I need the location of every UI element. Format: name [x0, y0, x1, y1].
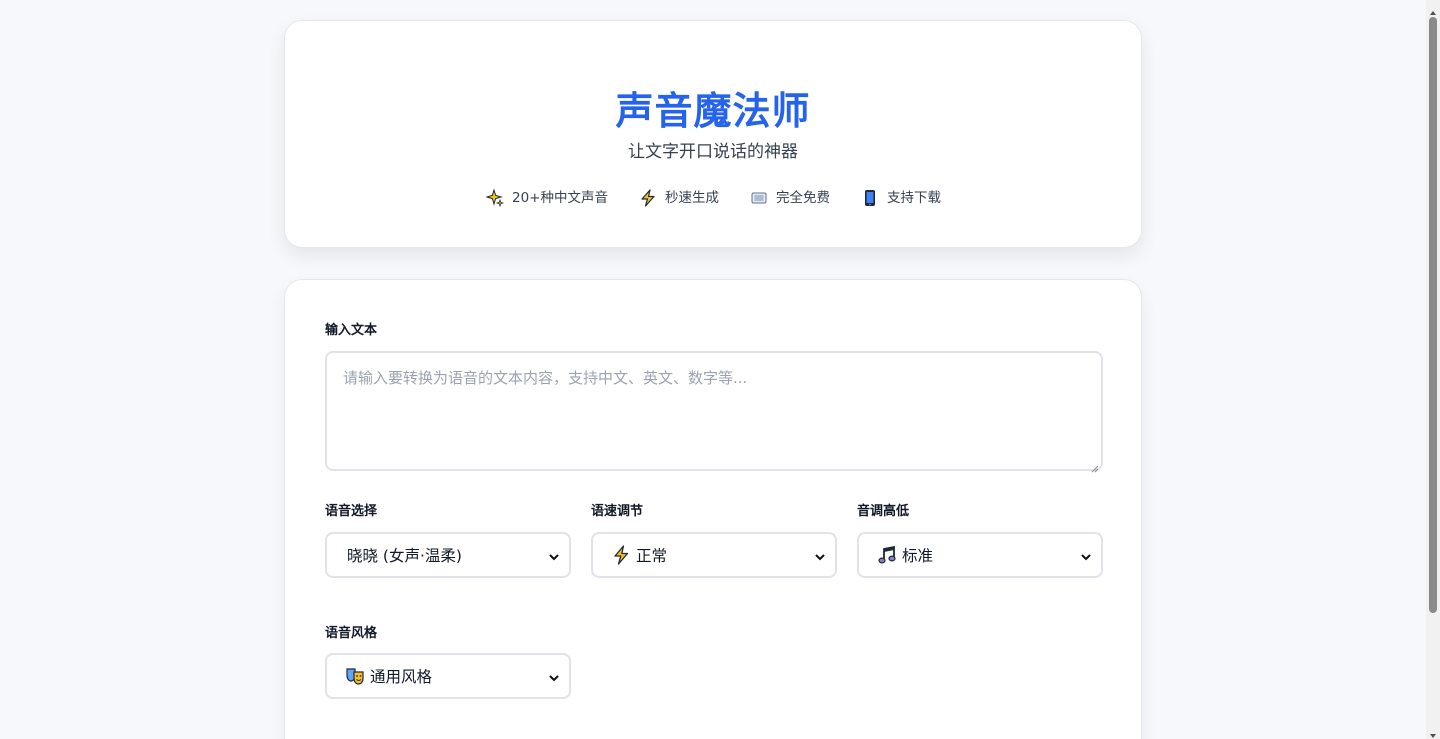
feature-label: 20+种中文声音 — [512, 190, 608, 206]
speed-select-label: 语速调节 — [591, 504, 644, 519]
scrollbar-thumb[interactable] — [1429, 17, 1437, 613]
chevron-down-icon — [1080, 549, 1092, 561]
music-note-icon — [876, 544, 898, 566]
tts-form-card: 输入文本 请输入要转换为语音的文本内容，支持中文、英文、数字等... 语音选择 … — [284, 279, 1142, 739]
feature-free: 完全免费 — [749, 187, 830, 209]
scroll-down-arrow-icon[interactable] — [1428, 726, 1438, 738]
scroll-up-arrow-icon[interactable] — [1428, 3, 1438, 15]
pitch-select[interactable]: 标准 — [857, 532, 1103, 578]
hero-card: 声音魔法师 让文字开口说话的神器 20+种中文声音 秒速生成 完全免费 支持下载 — [284, 20, 1142, 248]
text-input-label: 输入文本 — [325, 323, 378, 338]
app-title: 声音魔法师 — [615, 89, 811, 133]
lightning-icon — [610, 544, 632, 566]
vertical-scrollbar[interactable] — [1426, 0, 1440, 739]
voice-select[interactable]: 晓晓 (女声·温柔) — [325, 532, 571, 578]
chevron-down-icon — [548, 549, 560, 561]
page: 声音魔法师 让文字开口说话的神器 20+种中文声音 秒速生成 完全免费 支持下载… — [0, 0, 1426, 739]
free-icon — [749, 188, 769, 208]
voice-select-label: 语音选择 — [325, 504, 378, 519]
feature-voices: 20+种中文声音 — [485, 187, 608, 209]
feature-label: 支持下载 — [887, 190, 941, 206]
pitch-select-value: 标准 — [902, 547, 934, 565]
resize-handle-icon[interactable] — [1089, 457, 1099, 473]
speed-select-value: 正常 — [636, 547, 668, 565]
sparkles-icon — [485, 188, 505, 208]
feature-label: 秒速生成 — [665, 190, 719, 206]
text-input-placeholder: 请输入要转换为语音的文本内容，支持中文、英文、数字等... — [343, 369, 748, 387]
feature-speed: 秒速生成 — [638, 187, 719, 209]
style-select-value: 通用风格 — [370, 668, 433, 686]
feature-download: 支持下载 — [860, 187, 941, 209]
feature-label: 完全免费 — [776, 190, 830, 206]
theater-masks-icon — [344, 665, 366, 687]
phone-icon — [860, 188, 880, 208]
style-select[interactable]: 通用风格 — [325, 653, 571, 699]
feature-list: 20+种中文声音 秒速生成 完全免费 支持下载 — [285, 187, 1141, 209]
voice-select-value: 晓晓 (女声·温柔) — [347, 547, 462, 565]
pitch-select-label: 音调高低 — [857, 504, 910, 519]
text-input[interactable]: 请输入要转换为语音的文本内容，支持中文、英文、数字等... — [325, 351, 1103, 473]
style-select-label: 语音风格 — [325, 626, 378, 641]
chevron-down-icon — [548, 670, 560, 682]
lightning-icon — [638, 188, 658, 208]
chevron-down-icon — [814, 549, 826, 561]
speed-select[interactable]: 正常 — [591, 532, 837, 578]
app-subtitle: 让文字开口说话的神器 — [628, 142, 798, 162]
